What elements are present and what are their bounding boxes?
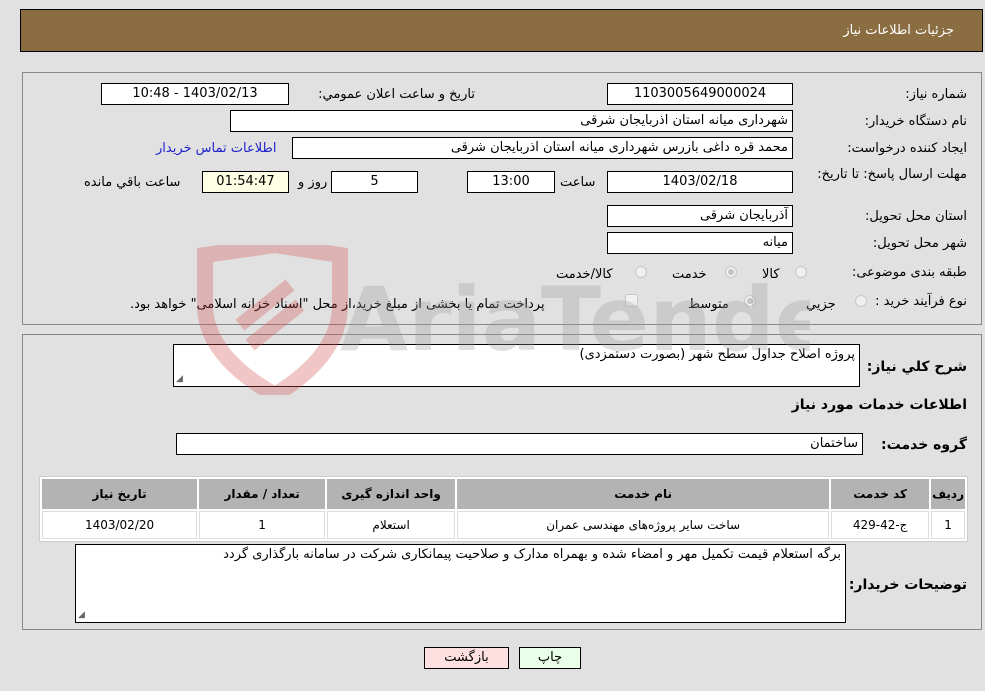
back-button[interactable]: بازگشت [424,647,509,669]
page-title: جزئیات اطلاعات نیاز [843,23,954,38]
services-table: ردیف کد خدمت نام خدمت واحد اندازه گیری ت… [39,476,968,542]
buyer-notes-label: توضیحات خریدار: [848,577,967,593]
deadline-time-label: ساعت [560,175,596,190]
deadline-label: مهلت ارسال پاسخ: تا تاریخ: [817,167,967,182]
buyer-org-label: نام دستگاه خریدار: [864,114,967,129]
cell-row-number: 1 [931,511,965,539]
col-row-number: ردیف [931,479,965,509]
deadline-date-field: 1403/02/18 [607,171,793,193]
buyer-notes-textarea[interactable]: برگه استعلام قیمت تکمیل مهر و امضاء شده … [75,544,846,623]
process-radio-medium[interactable] [744,295,756,307]
service-group-field: ساختمان [176,433,863,455]
treasury-note: پرداخت تمام یا بخشی از مبلغ خرید،از محل … [130,297,545,312]
deadline-time-field: 13:00 [467,171,555,193]
buyer-notes-text: برگه استعلام قیمت تکمیل مهر و امضاء شده … [223,547,841,562]
col-service-name: نام خدمت [457,479,830,509]
creator-label: ایجاد کننده درخواست: [847,141,967,156]
days-label: روز و [298,175,328,190]
table-header-row: ردیف کد خدمت نام خدمت واحد اندازه گیری ت… [42,479,965,509]
process-option-medium: متوسط [688,297,729,312]
announce-datetime-field: 1403/02/13 - 10:48 [101,83,289,105]
resize-grip-icon[interactable]: ◢ [78,610,85,620]
description-textarea[interactable]: پروژه اصلاح جداول سطح شهر (بصورت دستمزدی… [173,344,860,387]
creator-field: محمد قره داغی بازرس شهرداری میانه استان … [292,137,793,159]
description-text: پروژه اصلاح جداول سطح شهر (بصورت دستمزدی… [579,347,855,362]
need-number-field: 1103005649000024 [607,83,793,105]
city-field: میانه [607,232,793,254]
col-unit: واحد اندازه گیری [327,479,456,509]
cell-service-code: ج-42-429 [831,511,930,539]
cell-quantity: 1 [199,511,326,539]
col-service-code: کد خدمت [831,479,930,509]
buyer-contact-link[interactable]: اطلاعات تماس خریدار [156,141,276,156]
city-label: شهر محل تحویل: [872,236,967,251]
col-quantity: تعداد / مقدار [199,479,326,509]
category-radio-goods[interactable] [795,266,807,278]
announce-label: تاریخ و ساعت اعلان عمومي: [318,87,475,102]
remaining-time-field: 01:54:47 [202,171,289,193]
cell-need-date: 1403/02/20 [42,511,198,539]
category-radio-service[interactable] [725,266,737,278]
province-label: استان محل تحویل: [865,209,967,224]
need-number-label: شماره نیاز: [905,87,967,102]
services-section-title: اطلاعات خدمات مورد نیاز [791,397,967,413]
province-field: آذربایجان شرقی [607,205,793,227]
category-option-goods: کالا [762,267,780,282]
resize-grip-icon[interactable]: ◢ [176,374,183,384]
table-row: 1 ج-42-429 ساخت سایر پروژه‌های مهندسی عم… [42,511,965,539]
category-radio-goods-service[interactable] [635,266,647,278]
treasury-checkbox[interactable] [625,294,638,307]
days-remaining-field: 5 [331,171,418,193]
col-need-date: تاریخ نیاز [42,479,198,509]
page-header: جزئیات اطلاعات نیاز [20,9,983,52]
category-label: طبقه بندی موضوعی: [851,265,967,280]
description-label: شرح کلي نیاز: [866,359,967,375]
print-button[interactable]: چاپ [519,647,581,669]
process-label: نوع فرآیند خرید : [875,294,967,309]
buyer-org-field: شهرداری میانه استان اذربایجان شرقی [230,110,793,132]
remaining-time-label: ساعت باقي مانده [84,175,181,190]
category-option-goods-service: کالا/خدمت [556,267,613,282]
cell-unit: استعلام [327,511,456,539]
process-option-minor: جزيي [806,297,836,312]
category-option-service: خدمت [672,267,707,282]
process-radio-minor[interactable] [855,295,867,307]
service-group-label: گروه خدمت: [881,437,967,453]
cell-service-name: ساخت سایر پروژه‌های مهندسی عمران [457,511,830,539]
